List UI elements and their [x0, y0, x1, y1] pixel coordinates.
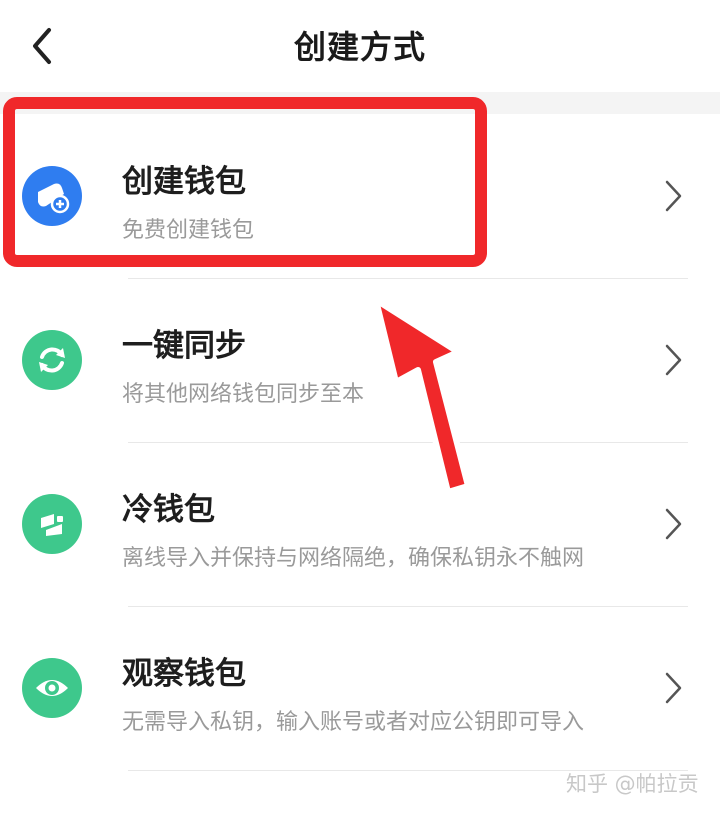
option-description: 无需导入私钥，输入账号或者对应公钥即可导入 — [122, 710, 585, 735]
option-description: 将其他网络钱包同步至本 — [122, 382, 365, 407]
option-description: 离线导入并保持与网络隔绝，确保私钥永不触网 — [122, 546, 585, 571]
option-title: 一键同步 — [122, 328, 246, 364]
header-bar: 创建方式 — [0, 0, 720, 92]
option-title: 冷钱包 — [122, 492, 215, 528]
cold-wallet-icon — [22, 494, 82, 554]
sync-icon — [22, 330, 82, 390]
option-cold-wallet[interactable]: 冷钱包 离线导入并保持与网络隔绝，确保私钥永不触网 — [0, 442, 720, 606]
eye-icon — [22, 658, 82, 718]
watermark: 知乎 @帕拉贡 — [566, 772, 699, 796]
create-method-screen: 创建方式 创建钱包 免费创建钱包 一键同步 将其他网络钱包同步至本 冷钱包 离线… — [0, 0, 720, 814]
option-title: 创建钱包 — [122, 164, 246, 200]
chevron-right-icon — [658, 176, 688, 216]
chevron-right-icon — [658, 340, 688, 380]
option-watch-wallet[interactable]: 观察钱包 无需导入私钥，输入账号或者对应公钥即可导入 — [0, 606, 720, 770]
chevron-right-icon — [658, 504, 688, 544]
wallet-add-icon — [22, 166, 82, 226]
chevron-right-icon — [658, 668, 688, 708]
option-create-wallet[interactable]: 创建钱包 免费创建钱包 — [0, 114, 720, 278]
option-title: 观察钱包 — [122, 656, 246, 692]
option-description: 免费创建钱包 — [122, 218, 255, 243]
section-separator — [0, 92, 720, 114]
page-title: 创建方式 — [293, 28, 426, 66]
option-sync[interactable]: 一键同步 将其他网络钱包同步至本 — [0, 278, 720, 442]
